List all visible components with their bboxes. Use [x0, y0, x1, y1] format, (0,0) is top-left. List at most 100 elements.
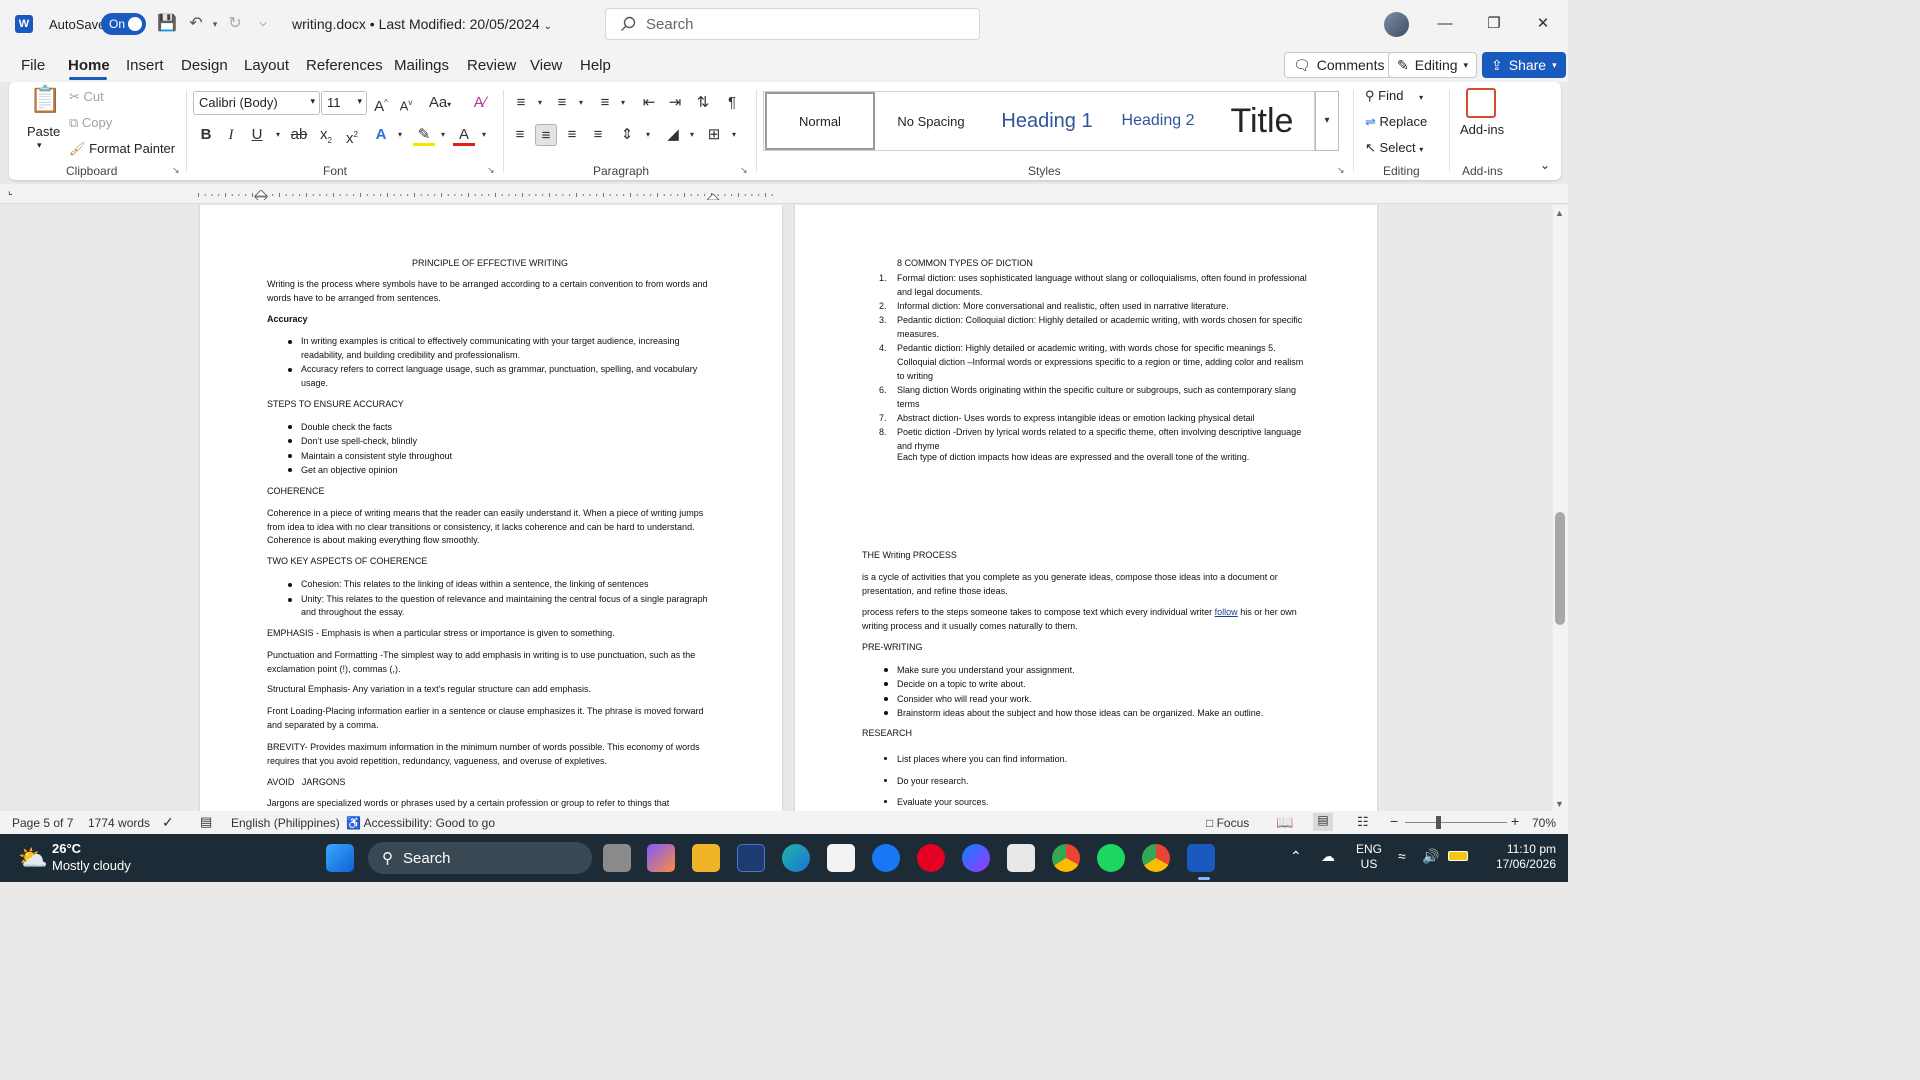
show-hidden-icons-icon[interactable]: ⌃: [1290, 848, 1302, 865]
accessibility-status[interactable]: ♿ Accessibility: Good to go: [346, 816, 495, 830]
select-button[interactable]: ↖ Select ▾: [1365, 140, 1423, 156]
security-icon[interactable]: ☁: [1321, 848, 1335, 865]
page-count[interactable]: Page 5 of 7: [12, 816, 73, 830]
scrollbar-thumb[interactable]: [1555, 512, 1565, 625]
editing-mode-button[interactable]: ✎ Editing ▾: [1388, 52, 1478, 78]
search-input[interactable]: Search: [605, 8, 980, 40]
sort-icon[interactable]: ⇅: [692, 92, 714, 114]
flagged-word[interactable]: follow: [1215, 607, 1238, 617]
start-icon[interactable]: [326, 844, 354, 872]
clear-formatting-icon[interactable]: A∕: [469, 92, 491, 114]
align-left-icon[interactable]: ≡: [509, 124, 531, 146]
restore-icon[interactable]: ❐: [1484, 14, 1504, 34]
addins-button[interactable]: Add-ins: [1460, 122, 1504, 137]
dialog-launcher-icon[interactable]: ↘: [487, 165, 495, 176]
read-mode-icon[interactable]: 📖: [1276, 814, 1293, 831]
scroll-up-icon[interactable]: ▲: [1555, 208, 1564, 218]
chevron-down-icon[interactable]: ▾: [570, 92, 592, 114]
tab-design[interactable]: Design: [181, 57, 228, 74]
tab-help[interactable]: Help: [580, 57, 611, 74]
font-size-combo[interactable]: 11 ▾: [321, 91, 367, 115]
weather-desc[interactable]: Mostly cloudy: [52, 858, 131, 873]
justify-icon[interactable]: ≡: [587, 124, 609, 146]
font-color-icon[interactable]: A: [453, 124, 475, 146]
zoom-slider[interactable]: [1405, 822, 1507, 823]
chevron-down-icon[interactable]: ▾: [473, 124, 495, 146]
print-layout-icon[interactable]: ▤: [1313, 813, 1333, 831]
chevron-down-icon[interactable]: ▾: [432, 124, 454, 146]
page-right[interactable]: 8 COMMON TYPES OF DICTION 1. Formal dicti…: [795, 205, 1377, 811]
tab-insert[interactable]: Insert: [126, 57, 164, 74]
pinterest-icon[interactable]: [917, 844, 945, 872]
grow-font-icon[interactable]: A^: [370, 92, 392, 115]
customize-toolbar-icon[interactable]: ⌵: [253, 14, 273, 34]
chevron-down-icon[interactable]: ▾: [37, 140, 42, 151]
italic-icon[interactable]: I: [220, 124, 242, 146]
proofing-icon[interactable]: ✓: [162, 814, 174, 831]
replace-button[interactable]: ⇌ Replace: [1365, 114, 1427, 130]
vertical-scrollbar[interactable]: ▲ ▼: [1553, 205, 1568, 811]
style-heading-2[interactable]: Heading 2: [1108, 92, 1208, 150]
spotify-icon[interactable]: [1097, 844, 1125, 872]
bold-icon[interactable]: B: [195, 124, 217, 146]
snipping-tool-icon[interactable]: [1007, 844, 1035, 872]
zoom-level[interactable]: 70%: [1532, 816, 1556, 830]
language-switcher[interactable]: ENG US: [1352, 842, 1386, 872]
tab-selector-icon[interactable]: ⌞: [8, 186, 13, 197]
word-taskbar-icon[interactable]: [1187, 844, 1215, 872]
tab-layout[interactable]: Layout: [244, 57, 289, 74]
task-view-icon[interactable]: [603, 844, 631, 872]
paste-button[interactable]: Paste: [27, 124, 60, 139]
tab-mailings[interactable]: Mailings: [394, 57, 449, 74]
track-changes-icon[interactable]: ▤: [200, 814, 212, 830]
subscript-icon[interactable]: x2: [315, 124, 337, 146]
dialog-launcher-icon[interactable]: ↘: [172, 165, 180, 176]
paste-icon[interactable]: 📋: [29, 86, 61, 120]
find-button[interactable]: ⚲ Find ▾: [1365, 88, 1423, 104]
chrome-icon[interactable]: [1052, 844, 1080, 872]
align-right-icon[interactable]: ≡: [561, 124, 583, 146]
chevron-down-icon[interactable]: ▾: [681, 124, 703, 146]
redo-icon[interactable]: ↻: [225, 14, 245, 34]
increase-indent-icon[interactable]: ⇥: [664, 92, 686, 114]
style-title[interactable]: Title: [1208, 92, 1316, 150]
file-explorer-icon[interactable]: [692, 844, 720, 872]
undo-dropdown-icon[interactable]: ▾: [205, 14, 225, 34]
autosave-toggle[interactable]: On: [101, 13, 146, 35]
share-button[interactable]: ⇪ Share ▾: [1482, 52, 1566, 78]
dialog-launcher-icon[interactable]: ↘: [740, 165, 748, 176]
chevron-down-icon[interactable]: ▾: [529, 92, 551, 114]
store-app-icon[interactable]: [737, 844, 765, 872]
strikethrough-icon[interactable]: ab: [288, 124, 310, 146]
taskbar-search[interactable]: ⚲ Search: [368, 842, 592, 874]
cut-button[interactable]: ✂ Cut: [69, 89, 104, 105]
font-family-combo[interactable]: Calibri (Body) ▾: [193, 91, 320, 115]
shrink-font-icon[interactable]: Av: [395, 92, 417, 114]
chevron-down-icon[interactable]: ▾: [267, 124, 289, 146]
tab-review[interactable]: Review: [467, 57, 516, 74]
align-center-icon[interactable]: ≡: [535, 124, 557, 146]
chevron-down-icon[interactable]: ▾: [612, 92, 634, 114]
facebook-icon[interactable]: [872, 844, 900, 872]
tab-home[interactable]: Home: [68, 57, 110, 74]
weather-temp[interactable]: 26°C: [52, 841, 81, 856]
style-normal[interactable]: Normal: [765, 92, 875, 150]
microsoft-store-icon[interactable]: [827, 844, 855, 872]
zoom-out-icon[interactable]: −: [1390, 813, 1398, 829]
change-case-icon[interactable]: Aa▾: [425, 92, 455, 114]
language-indicator[interactable]: English (Philippines): [231, 816, 340, 830]
chevron-down-icon[interactable]: ▾: [389, 124, 411, 146]
chevron-down-icon[interactable]: ▾: [637, 124, 659, 146]
copy-button[interactable]: ⧉ Copy: [69, 115, 112, 131]
borders-icon[interactable]: ⊞: [703, 124, 725, 146]
save-icon[interactable]: 💾: [157, 14, 177, 34]
close-icon[interactable]: ✕: [1533, 14, 1553, 34]
battery-icon[interactable]: [1448, 851, 1468, 861]
focus-button[interactable]: □ Focus: [1206, 816, 1249, 830]
tab-view[interactable]: View: [530, 57, 562, 74]
edge-icon[interactable]: [782, 844, 810, 872]
weather-icon[interactable]: ⛅: [18, 844, 48, 873]
dialog-launcher-icon[interactable]: ↘: [1337, 165, 1345, 176]
copilot-icon[interactable]: [647, 844, 675, 872]
styles-more-icon[interactable]: ▾: [1315, 91, 1339, 151]
